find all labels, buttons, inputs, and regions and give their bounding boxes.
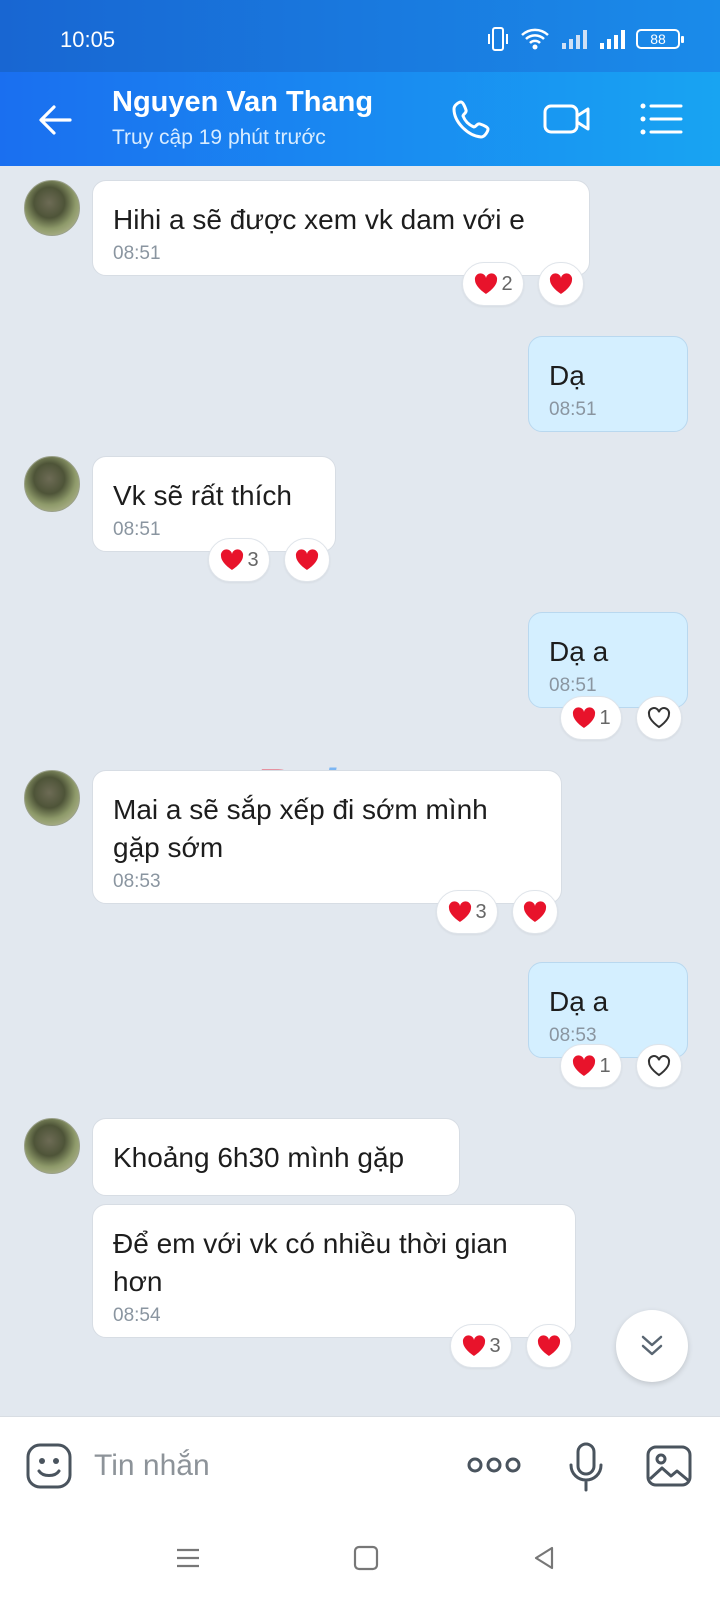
- heart-icon: [549, 273, 573, 294]
- message-time: 08:51: [549, 675, 597, 696]
- message-text: Hihi a sẽ được xem vk dam với e: [113, 204, 525, 235]
- system-navigation-bar: [0, 1516, 720, 1600]
- reaction-count: 1: [599, 706, 611, 729]
- message-text: Mai a sẽ sắp xếp đi sớm mình gặp sớm: [113, 794, 488, 863]
- reaction-count: 3: [247, 548, 259, 571]
- heart-icon: [449, 901, 472, 922]
- reaction-summary[interactable]: 1: [560, 1044, 622, 1088]
- heart-icon: [475, 273, 498, 294]
- message-time: 08:53: [549, 1025, 597, 1046]
- heart-icon: [295, 549, 319, 570]
- react-heart-button[interactable]: [636, 1044, 682, 1088]
- list-menu-icon[interactable]: [636, 96, 686, 142]
- react-heart-button[interactable]: [512, 890, 558, 934]
- message-time: 08:51: [549, 399, 597, 420]
- reaction-count: 3: [475, 900, 487, 923]
- heart-icon: [463, 1335, 486, 1356]
- back-triangle-icon[interactable]: [530, 1544, 558, 1572]
- recent-apps-icon[interactable]: [174, 1544, 202, 1572]
- microphone-icon[interactable]: [566, 1441, 606, 1493]
- double-chevron-down-icon: [641, 1335, 663, 1356]
- message-bubble-sent[interactable]: Dạ 08:51: [528, 336, 688, 432]
- wifi-icon: [521, 28, 549, 50]
- reaction-count: 2: [501, 272, 513, 295]
- react-heart-button[interactable]: [538, 262, 584, 306]
- more-dots-icon[interactable]: [466, 1451, 522, 1479]
- phone-icon[interactable]: [448, 96, 498, 142]
- message-text: Vk sẽ rất thích: [113, 480, 292, 511]
- video-camera-icon[interactable]: [542, 96, 592, 142]
- contact-avatar[interactable]: [24, 180, 80, 236]
- react-heart-button[interactable]: [636, 696, 682, 740]
- chat-header: Nguyen Van Thang Truy cập 19 phút trước: [0, 72, 720, 166]
- heart-outline-icon: [647, 707, 671, 729]
- reaction-summary[interactable]: 1: [560, 696, 622, 740]
- message-text: Dạ a: [549, 986, 609, 1017]
- contact-avatar[interactable]: [24, 770, 80, 826]
- contact-name[interactable]: Nguyen Van Thang: [112, 86, 373, 119]
- last-seen-status: Truy cập 19 phút trước: [112, 126, 326, 149]
- message-bubble-received[interactable]: Hihi a sẽ được xem vk dam với e 08:51: [92, 180, 590, 276]
- signal-weak-icon: [562, 30, 587, 49]
- heart-icon: [573, 1055, 596, 1076]
- image-icon[interactable]: [644, 1441, 694, 1491]
- reaction-summary[interactable]: 3: [450, 1324, 512, 1368]
- reaction-summary[interactable]: 3: [436, 890, 498, 934]
- vibrate-icon: [488, 27, 508, 51]
- signal-icon: [600, 30, 625, 49]
- message-text: Dạ a: [549, 636, 609, 667]
- message-time: 08:51: [113, 519, 161, 540]
- message-input[interactable]: Tin nhắn: [94, 1449, 210, 1483]
- message-composer: Tin nhắn: [0, 1416, 720, 1516]
- reaction-summary[interactable]: 3: [208, 538, 270, 582]
- battery-icon: 88: [636, 29, 684, 49]
- status-bar: 10:05 88: [0, 0, 720, 72]
- message-bubble-received[interactable]: Khoảng 6h30 mình gặp: [92, 1118, 460, 1196]
- arrow-left-icon[interactable]: [36, 100, 76, 140]
- heart-icon: [523, 901, 547, 922]
- battery-level: 88: [650, 31, 666, 47]
- heart-icon: [573, 707, 596, 728]
- react-heart-button[interactable]: [526, 1324, 572, 1368]
- heart-icon: [221, 549, 244, 570]
- message-bubble-sent[interactable]: Dạ a 08:51: [528, 612, 688, 708]
- scroll-to-bottom-button[interactable]: [616, 1310, 688, 1382]
- status-time: 10:05: [60, 27, 116, 52]
- contact-avatar[interactable]: [24, 456, 80, 512]
- contact-avatar[interactable]: [24, 1118, 80, 1174]
- heart-icon: [537, 1335, 561, 1356]
- message-text: Khoảng 6h30 mình gặp: [113, 1142, 405, 1173]
- message-text: Dạ: [549, 360, 585, 391]
- message-bubble-received[interactable]: Mai a sẽ sắp xếp đi sớm mình gặp sớm 08:…: [92, 770, 562, 904]
- message-text: Để em với vk có nhiều thời gian hơn: [113, 1228, 508, 1297]
- heart-outline-icon: [647, 1055, 671, 1077]
- message-list[interactable]: Hihi a sẽ được xem vk dam với e 08:51 2 …: [0, 166, 720, 1416]
- reaction-count: 1: [599, 1054, 611, 1077]
- message-bubble-received[interactable]: Vk sẽ rất thích 08:51: [92, 456, 336, 552]
- reaction-count: 3: [489, 1334, 501, 1357]
- sticker-icon[interactable]: [24, 1441, 74, 1491]
- reaction-summary[interactable]: 2: [462, 262, 524, 306]
- message-bubble-received[interactable]: Để em với vk có nhiều thời gian hơn 08:5…: [92, 1204, 576, 1338]
- react-heart-button[interactable]: [284, 538, 330, 582]
- status-icons: 88: [486, 26, 684, 52]
- home-icon[interactable]: [352, 1544, 380, 1572]
